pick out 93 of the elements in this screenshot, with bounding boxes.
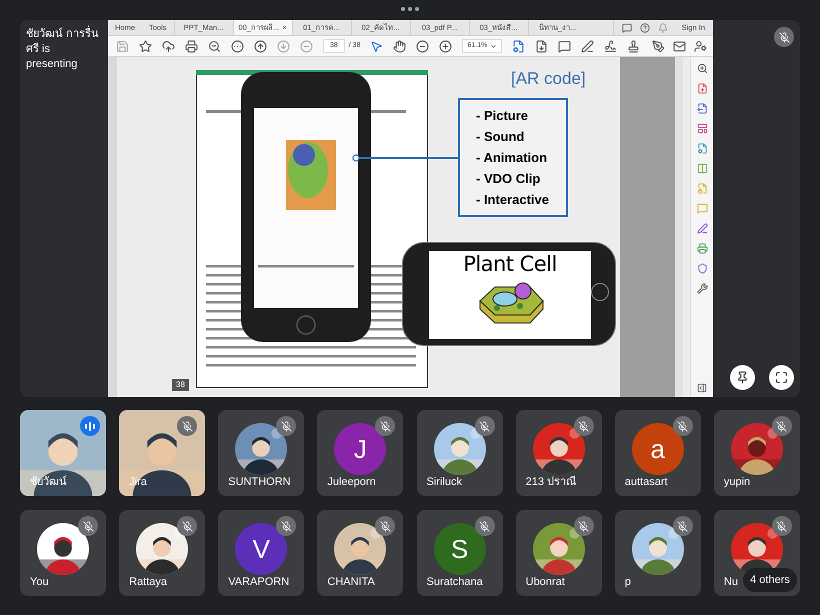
mic-off-icon (474, 416, 494, 436)
pen-icon[interactable] (581, 40, 594, 52)
comment-icon[interactable] (558, 40, 572, 52)
participant-tile[interactable]: p (614, 510, 701, 596)
participant-name: SUNTHORN (228, 477, 291, 488)
file-settings-icon[interactable] (696, 143, 708, 154)
mic-off-icon (474, 516, 494, 536)
mic-off-icon (574, 416, 594, 436)
participant-tile[interactable]: Rattaya (119, 510, 206, 596)
pen-icon[interactable] (696, 223, 708, 234)
slide-heading: [AR code] (511, 68, 586, 90)
participant-tile[interactable]: J Juleeporn (317, 410, 404, 496)
mic-off-icon (574, 516, 594, 536)
page-icon[interactable] (512, 40, 526, 52)
zoom-out-icon[interactable] (416, 40, 430, 52)
fullscreen-button[interactable] (769, 365, 794, 390)
mic-off-icon (375, 516, 396, 536)
participant-name: CHANITA (327, 577, 375, 588)
participant-name: 213 ปราณี (526, 477, 576, 488)
participant-tile[interactable]: 213 ปราณี (516, 410, 602, 496)
avatar-initial: S (434, 523, 486, 575)
participant-tile[interactable]: SUNTHORN (218, 410, 304, 496)
mic-off-icon (177, 516, 198, 536)
star-icon[interactable] (139, 40, 152, 52)
mic-off-icon (772, 516, 792, 536)
others-chip[interactable]: 4 others (743, 568, 797, 592)
print-icon[interactable] (696, 243, 708, 254)
signature-icon[interactable] (604, 40, 618, 52)
avatar-initial: J (334, 423, 386, 475)
page-badge: 38 (172, 379, 189, 391)
participant-tile[interactable]: CHANITA (317, 510, 404, 596)
participant-name: yupin (724, 477, 750, 488)
hand-icon[interactable] (393, 40, 406, 52)
user-icon[interactable] (694, 40, 707, 52)
caret-icon (490, 42, 498, 50)
participant-tile[interactable]: Nu 4 others (714, 510, 800, 596)
upload-icon[interactable] (162, 40, 175, 52)
chat-icon[interactable] (622, 22, 632, 32)
participant-name: Suratchana (426, 577, 483, 588)
participant-name: Juleeporn (327, 477, 376, 488)
participant-name: Nu (724, 577, 738, 588)
mic-off-icon (375, 416, 396, 436)
pin-button[interactable] (730, 365, 755, 390)
layout-icon[interactable] (696, 123, 708, 134)
avatar-initial: V (235, 523, 288, 575)
participant-name: You (30, 577, 49, 588)
mic-off-icon (772, 416, 792, 436)
mic-off-icon (774, 27, 794, 47)
mic-off-icon (672, 516, 693, 536)
mail-icon[interactable] (673, 40, 686, 52)
zoom-icon[interactable] (696, 63, 708, 74)
mic-off-icon (78, 516, 98, 536)
participant-tile[interactable]: S Suratchana (416, 510, 502, 596)
help-icon[interactable] (640, 22, 650, 32)
participant-tile[interactable]: You (20, 510, 106, 596)
zoom-in-icon[interactable] (439, 40, 452, 52)
pen-tool-icon[interactable] (652, 40, 665, 52)
participant-name: Ubonrat (526, 577, 565, 588)
panel-icon[interactable] (697, 383, 707, 393)
participant-tile[interactable]: Ubonrat (516, 510, 602, 596)
participant-name: VARAPORN (228, 577, 290, 588)
feature-item: - VDO Clip (476, 170, 542, 188)
feature-item: - Animation (476, 148, 548, 166)
download-icon[interactable] (535, 40, 548, 52)
avatar-initial: a (632, 423, 684, 475)
pin-icon (736, 371, 749, 384)
participant-tile[interactable]: yupin (714, 410, 800, 496)
shield-icon[interactable] (696, 263, 708, 274)
participant-name: Rattaya (129, 577, 168, 588)
stamp-icon[interactable] (627, 40, 640, 52)
mic-off-icon (276, 416, 296, 436)
presenting-label: ชัยวัฒน์ การรื่นศรี is presenting (26, 27, 104, 72)
participant-tile[interactable]: V VARAPORN (218, 510, 304, 596)
zoom-out-icon[interactable] (208, 40, 221, 52)
phone-title: Plant Cell (463, 254, 557, 275)
participant-name: Siriluck (426, 477, 462, 488)
mic-off-icon (672, 416, 693, 436)
wrench-icon[interactable] (696, 283, 708, 294)
previous-page-icon[interactable] (254, 40, 267, 52)
file-plus-icon[interactable] (696, 83, 708, 94)
participant-tile[interactable]: a auttasart (614, 410, 701, 496)
mic-off-icon (276, 516, 296, 536)
print-icon[interactable] (185, 40, 198, 52)
pointer-icon[interactable] (370, 40, 384, 52)
participant-name: auttasart (624, 477, 668, 488)
feature-item: - Interactive (476, 190, 550, 208)
participant-name: p (624, 577, 631, 588)
file-export-icon[interactable] (696, 103, 708, 114)
participant-tile[interactable]: Siriluck (416, 410, 502, 496)
feature-item: - Sound (476, 128, 526, 146)
feature-item: - Picture (476, 106, 530, 124)
fullscreen-icon (775, 371, 788, 384)
circle-icon[interactable] (231, 40, 244, 52)
